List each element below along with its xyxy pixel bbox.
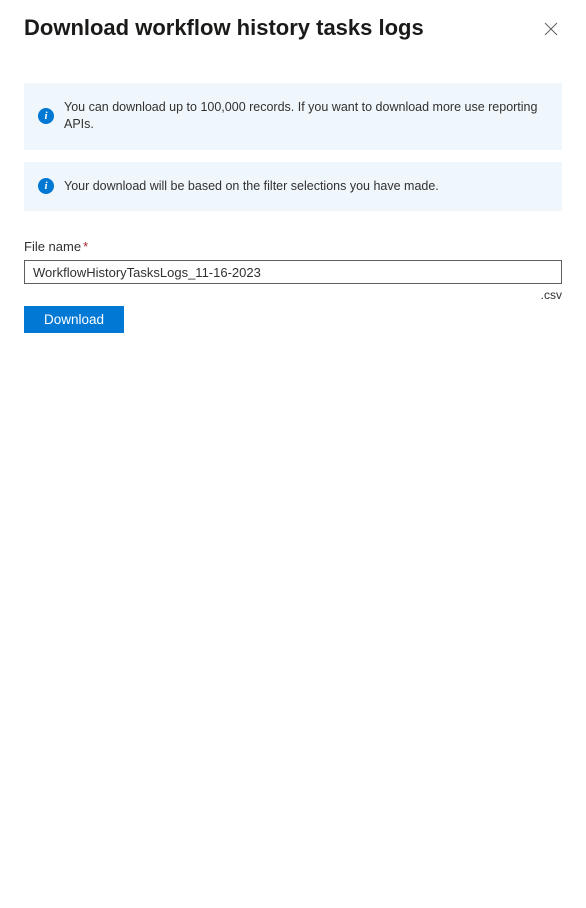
close-button[interactable] — [540, 18, 562, 40]
file-name-group: File name* .csv Download — [24, 239, 562, 333]
download-button[interactable]: Download — [24, 306, 124, 333]
info-records: i You can download up to 100,000 records… — [24, 83, 562, 150]
file-name-input[interactable] — [24, 260, 562, 284]
download-panel: Download workflow history tasks logs i Y… — [0, 0, 586, 333]
panel-header: Download workflow history tasks logs — [0, 0, 586, 43]
info-icon: i — [38, 178, 54, 194]
file-extension: .csv — [541, 288, 562, 302]
file-name-label: File name* — [24, 239, 562, 254]
panel-title: Download workflow history tasks logs — [24, 14, 424, 43]
file-name-label-text: File name — [24, 239, 81, 254]
info-filter-text: Your download will be based on the filte… — [64, 178, 439, 196]
info-filter: i Your download will be based on the fil… — [24, 162, 562, 212]
extension-row: .csv — [24, 288, 562, 302]
info-records-text: You can download up to 100,000 records. … — [64, 99, 548, 134]
close-icon — [544, 22, 558, 36]
required-asterisk: * — [83, 239, 88, 254]
panel-content: i You can download up to 100,000 records… — [0, 43, 586, 334]
info-icon: i — [38, 108, 54, 124]
